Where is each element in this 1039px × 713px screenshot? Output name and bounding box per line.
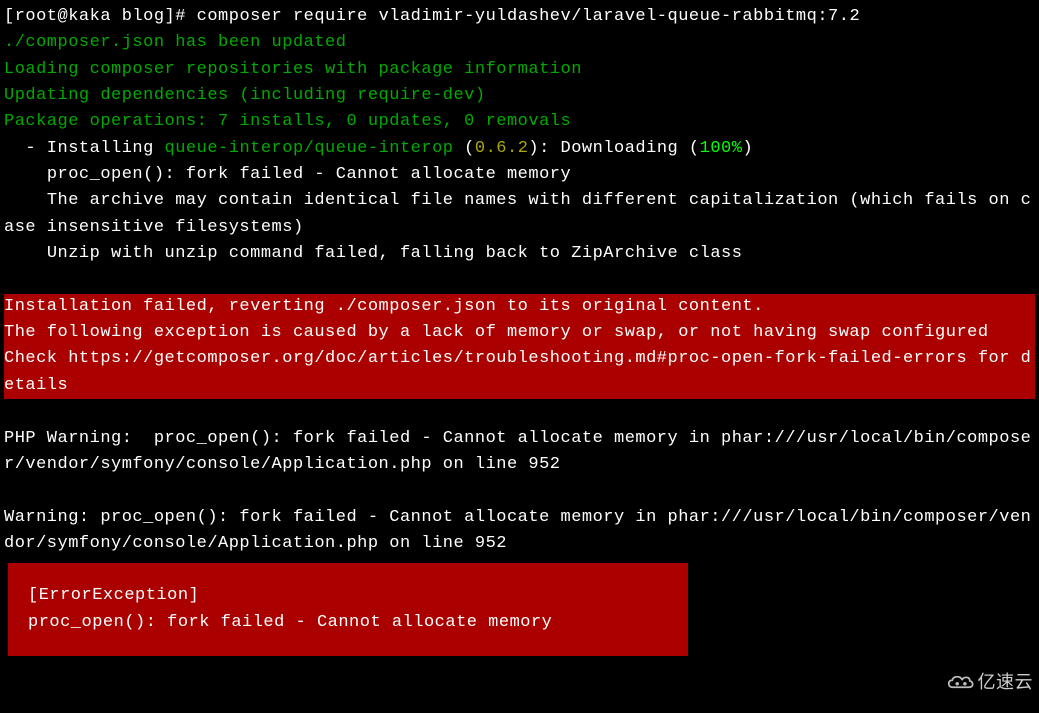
package-version: 0.6.2	[475, 139, 529, 158]
cloud-icon	[946, 673, 974, 693]
blank-line	[4, 399, 1035, 425]
command-text: composer require vladimir-yuldashev/lara…	[197, 7, 861, 26]
watermark-text: 亿速云	[978, 669, 1034, 697]
php-warning-1: PHP Warning: proc_open(): fork failed - …	[4, 426, 1035, 479]
prompt-prefix: [root@kaka blog]#	[4, 7, 186, 26]
exception-box: [ErrorException] proc_open(): fork faile…	[8, 563, 688, 656]
composer-operations: Package operations: 7 installs, 0 update…	[4, 109, 1035, 135]
command-prompt-line: [root@kaka blog]# composer require vladi…	[4, 4, 1035, 30]
terminal-output: [root@kaka blog]# composer require vladi…	[4, 4, 1035, 656]
blank-line	[4, 478, 1035, 504]
unzip-fallback: Unzip with unzip command failed, falling…	[4, 241, 1035, 267]
install-line: - Installing queue-interop/queue-interop…	[4, 136, 1035, 162]
exception-message: proc_open(): fork failed - Cannot alloca…	[28, 610, 668, 636]
blank-line	[4, 267, 1035, 293]
error-install-failed: Installation failed, reverting ./compose…	[4, 294, 1035, 320]
package-name: queue-interop/queue-interop	[165, 139, 454, 158]
composer-loading: Loading composer repositories with packa…	[4, 57, 1035, 83]
error-memory-cause: The following exception is caused by a l…	[4, 320, 1035, 346]
composer-updated: ./composer.json has been updated	[4, 30, 1035, 56]
php-warning-2: Warning: proc_open(): fork failed - Cann…	[4, 505, 1035, 558]
composer-updating: Updating dependencies (including require…	[4, 83, 1035, 109]
exception-title: [ErrorException]	[28, 583, 668, 609]
error-block: Installation failed, reverting ./compose…	[4, 294, 1035, 399]
download-percent: 100%	[700, 139, 743, 158]
proc-open-error: proc_open(): fork failed - Cannot alloca…	[4, 162, 1035, 188]
error-check-url: Check https://getcomposer.org/doc/articl…	[4, 346, 1035, 399]
watermark: 亿速云	[946, 669, 1034, 697]
archive-warning: The archive may contain identical file n…	[4, 188, 1035, 241]
